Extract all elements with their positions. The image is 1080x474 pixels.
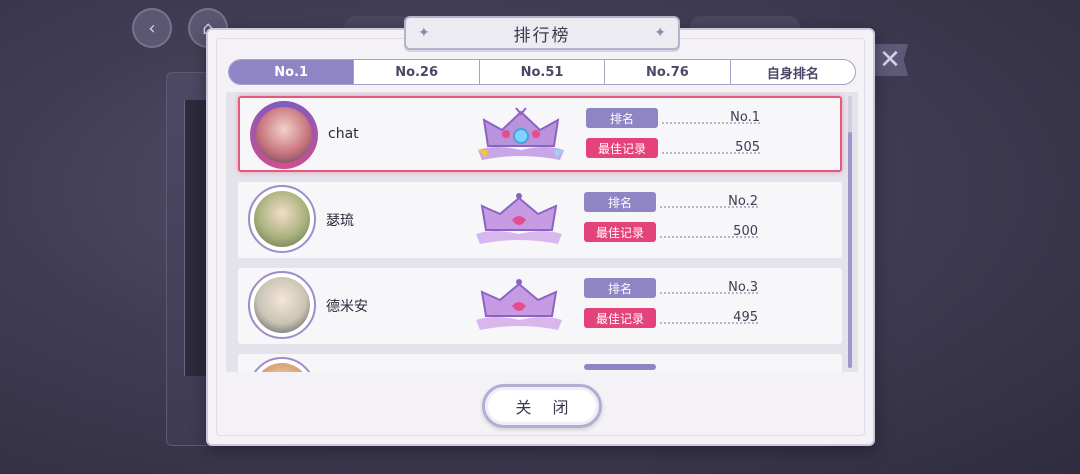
player-name: chat [328,126,359,142]
rank-label: 排名 [584,192,656,212]
best-record-label: 最佳记录 [584,308,656,328]
sparkle-icon: ✦ [654,25,666,41]
avatar [248,357,316,372]
rank-value: No.3 [728,280,758,295]
avatar-image [254,277,310,333]
rank-range-tabs: No.1 No.26 No.51 No.76 自身排名 [228,59,856,85]
rank-label [584,364,656,370]
best-record-value: 505 [735,140,760,155]
back-arrow-icon[interactable]: ‹ [132,8,172,48]
avatar [248,271,316,339]
rank-1-crown-icon [478,107,564,160]
tab-no76[interactable]: No.76 [604,60,729,84]
scrollbar-thumb[interactable] [848,132,852,368]
leaderboard-row[interactable]: 瑟琉 排名 No.2 最佳记录 500 [238,182,842,258]
avatar-image [254,191,310,247]
leaderboard-row[interactable] [238,354,842,372]
tab-no1[interactable]: No.1 [229,60,354,84]
rank-crown-icon [476,279,562,330]
leaderboard-row[interactable]: chat 排名 No.1 最佳记录 505 [238,96,842,172]
best-record-label: 最佳记录 [584,222,656,242]
rank-value: No.2 [728,194,758,209]
dialog-title: 排行榜 [513,25,571,46]
avatar [250,101,318,169]
tab-no26[interactable]: No.26 [353,60,478,84]
avatar-image [256,107,312,163]
leaderboard-dialog: ✦ 排行榜 ✦ No.1 No.26 No.51 No.76 自身排名 chat [206,16,875,446]
player-name: 瑟琉 [326,213,354,229]
leaderboard-list[interactable]: chat 排名 No.1 最佳记录 505 瑟琉 排名 No.2 最佳记录 50… [226,92,858,372]
x-icon[interactable]: ✕ [872,44,908,76]
rank-label: 排名 [584,278,656,298]
sparkle-icon: ✦ [418,25,430,41]
leaderboard-row[interactable]: 德米安 排名 No.3 最佳记录 495 [238,268,842,344]
best-record-label: 最佳记录 [586,138,658,158]
avatar-image [254,363,310,372]
list-scrollbar[interactable] [848,96,852,368]
best-record-value: 500 [733,224,758,239]
rank-label: 排名 [586,108,658,128]
tab-my-rank[interactable]: 自身排名 [729,60,855,84]
close-button[interactable]: 关 闭 [482,384,602,428]
dialog-title-banner: ✦ 排行榜 ✦ [404,16,680,50]
best-record-value: 495 [733,310,758,325]
avatar [248,185,316,253]
tab-no51[interactable]: No.51 [478,60,604,84]
rank-value: No.1 [730,110,760,125]
player-name: 德米安 [326,299,368,315]
rank-crown-icon [476,193,562,244]
